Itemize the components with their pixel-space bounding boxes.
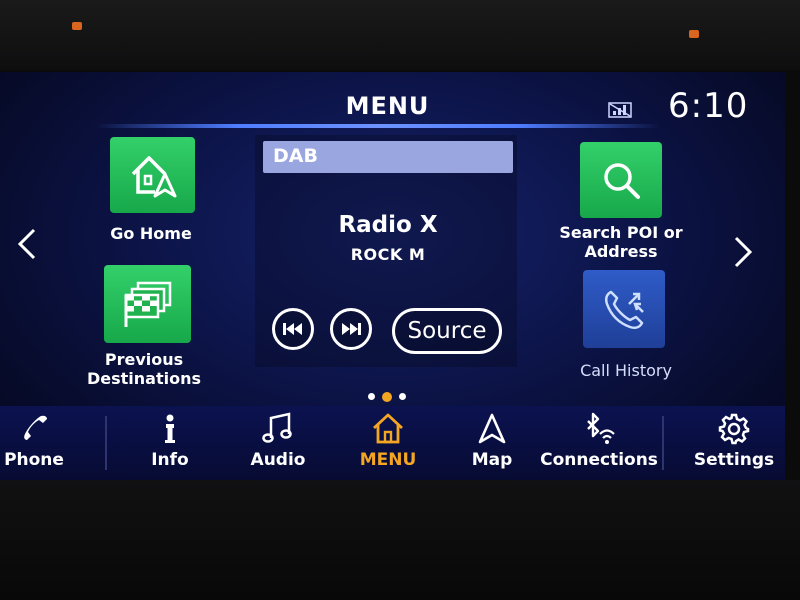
nav-phone[interactable]: Phone xyxy=(0,412,68,476)
band-label: DAB xyxy=(273,145,318,167)
title-underline xyxy=(95,124,660,128)
skip-forward-icon xyxy=(342,323,361,335)
search-poi-label-line2: Address xyxy=(584,242,658,261)
no-signal-icon xyxy=(608,102,632,118)
nav-settings-label: Settings xyxy=(693,450,775,470)
page-dot-2-active xyxy=(382,392,392,402)
search-icon xyxy=(604,163,640,199)
nav-divider-left xyxy=(105,416,107,470)
bezel-top xyxy=(0,0,800,70)
indicator-light-right xyxy=(689,30,699,38)
previous-track-button[interactable] xyxy=(272,308,314,350)
nav-phone-label: Phone xyxy=(4,450,64,470)
search-poi-label-line1: Search POI or xyxy=(559,223,683,242)
call-history-icon xyxy=(604,290,644,330)
nav-menu-active[interactable]: MENU xyxy=(348,412,428,476)
station-name: Radio X xyxy=(338,212,438,238)
chevron-left-icon[interactable] xyxy=(12,224,42,264)
page-indicator xyxy=(366,392,410,402)
nav-map[interactable]: Map xyxy=(462,412,522,476)
chevron-right-icon[interactable] xyxy=(728,232,758,272)
page-dot-1 xyxy=(368,393,375,400)
bezel-bottom xyxy=(0,480,800,600)
indicator-light-left xyxy=(72,22,82,30)
nav-audio-label: Audio xyxy=(250,450,306,470)
nav-connections[interactable]: Connections xyxy=(540,412,658,476)
clock: 6:10 xyxy=(668,86,749,126)
call-history-label: Call History xyxy=(580,361,672,380)
band-bar[interactable]: DAB xyxy=(263,141,513,173)
phone-icon xyxy=(24,415,47,440)
screen-title: MENU xyxy=(345,92,430,120)
nav-divider-right xyxy=(662,416,664,470)
nav-info-label: Info xyxy=(151,450,189,470)
go-home-button[interactable] xyxy=(110,137,195,213)
home-icon xyxy=(373,413,403,444)
nav-connections-label: Connections xyxy=(540,450,658,470)
source-button[interactable]: Source xyxy=(392,308,502,354)
go-home-label: Go Home xyxy=(110,224,192,243)
programme-name: ROCK M xyxy=(350,245,426,264)
navigation-arrow-icon xyxy=(478,413,506,444)
previous-destinations-label-line1: Previous xyxy=(104,350,184,369)
next-track-button[interactable] xyxy=(330,308,372,350)
skip-back-icon xyxy=(283,323,302,335)
nav-map-label: Map xyxy=(471,450,513,470)
home-navigation-icon xyxy=(131,156,176,198)
nav-menu-label: MENU xyxy=(359,450,417,470)
info-icon xyxy=(165,414,175,443)
nav-info[interactable]: Info xyxy=(140,412,200,476)
bluetooth-wifi-icon xyxy=(587,412,615,444)
infotainment-screen: MENU 6:10 Go Home Previous Destinations … xyxy=(0,72,785,480)
nav-audio[interactable]: Audio xyxy=(243,412,313,476)
call-history-button[interactable] xyxy=(583,270,665,348)
previous-destinations-button[interactable] xyxy=(104,265,191,343)
gear-icon xyxy=(718,413,750,445)
music-note-icon xyxy=(262,412,292,443)
nav-settings[interactable]: Settings xyxy=(693,412,775,476)
page-dot-3 xyxy=(399,393,406,400)
search-poi-button[interactable] xyxy=(580,142,662,218)
previous-destinations-label-line2: Destinations xyxy=(86,369,201,388)
checkered-flags-icon xyxy=(124,281,171,327)
